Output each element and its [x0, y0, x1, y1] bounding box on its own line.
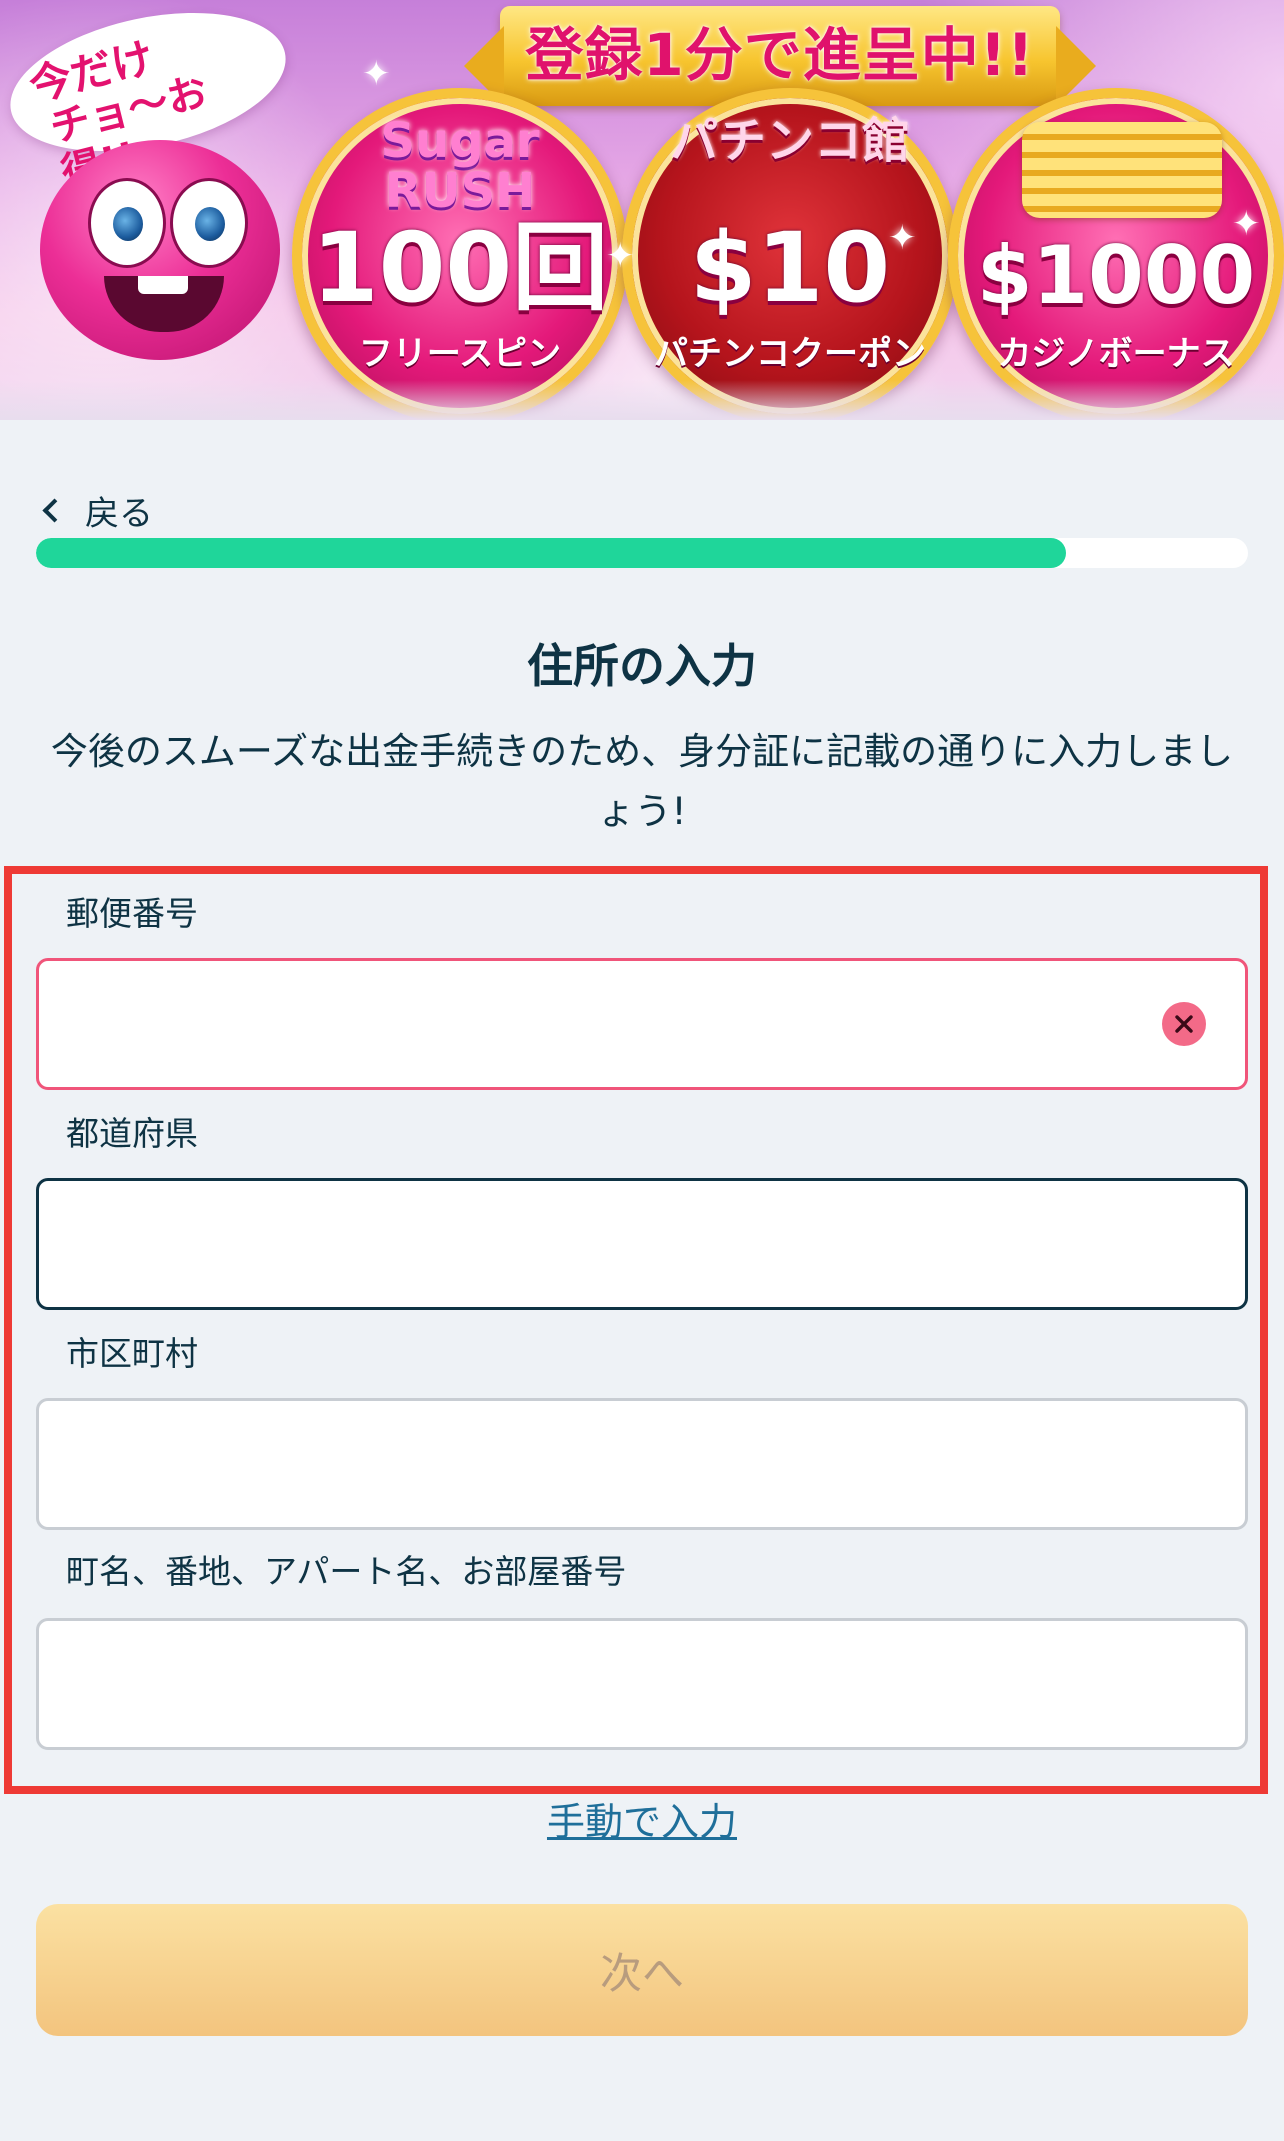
- sparkle-icon: ✦: [362, 54, 391, 94]
- sparkle-icon: ✦: [606, 236, 635, 276]
- back-button[interactable]: 戻る: [40, 488, 153, 534]
- close-icon: [1175, 1015, 1193, 1033]
- promo-banner[interactable]: 今だけ チョ〜お得!! 登録1分で進呈中!! Sugar RUSH 100回 フ…: [0, 0, 1284, 420]
- offer-caption: フリースピン: [358, 334, 562, 374]
- page-subtitle: 今後のスムーズな出金手続きのため、身分証に記載の通りに入力しましょう!: [50, 730, 1234, 833]
- postal-code-input[interactable]: [36, 958, 1248, 1090]
- manual-entry-link[interactable]: 手動で入力: [0, 1796, 1284, 1848]
- postal-code-label: 郵便番号: [66, 894, 198, 933]
- sparkle-icon: ✦: [888, 218, 917, 258]
- next-button[interactable]: 次へ: [36, 1904, 1248, 2036]
- prefecture-label: 都道府県: [66, 1114, 198, 1153]
- clear-postal-code-button[interactable]: [1162, 1002, 1206, 1046]
- banner-headline: 登録1分で進呈中!!: [525, 21, 1035, 89]
- offer-game-logo: Sugar RUSH: [380, 113, 540, 219]
- offer-game-logo: パチンコ館: [669, 113, 910, 169]
- street-address-input[interactable]: [36, 1618, 1248, 1750]
- mascot-illustration: [40, 140, 280, 360]
- banner-bottom-fade: [0, 380, 1284, 420]
- chevron-left-icon: [42, 497, 67, 523]
- back-label: 戻る: [85, 493, 153, 534]
- page-title: 住所の入力: [527, 639, 757, 693]
- city-input[interactable]: [36, 1398, 1248, 1530]
- progress-fill: [36, 538, 1067, 568]
- street-address-label: 町名、番地、アパート名、お部屋番号: [66, 1552, 627, 1591]
- offer-caption: カジノボーナス: [997, 334, 1235, 374]
- mascot-eye-right: [170, 178, 248, 268]
- progress-bar: [36, 538, 1248, 568]
- prefecture-input[interactable]: [36, 1178, 1248, 1310]
- offer-coin-free-spins: Sugar RUSH 100回 フリースピン: [292, 88, 628, 420]
- offer-value: 100回: [311, 212, 609, 324]
- mascot-mouth: [104, 276, 224, 332]
- sparkle-icon: ✦: [1232, 204, 1261, 244]
- offer-value: $1000: [976, 229, 1256, 322]
- mascot-eye-left: [88, 178, 166, 268]
- city-label: 市区町村: [66, 1334, 198, 1373]
- offer-coin-casino-bonus: $1000 カジノボーナス: [948, 88, 1284, 420]
- gold-coins-icon: [1022, 122, 1222, 218]
- offer-caption: パチンコクーポン: [654, 334, 926, 374]
